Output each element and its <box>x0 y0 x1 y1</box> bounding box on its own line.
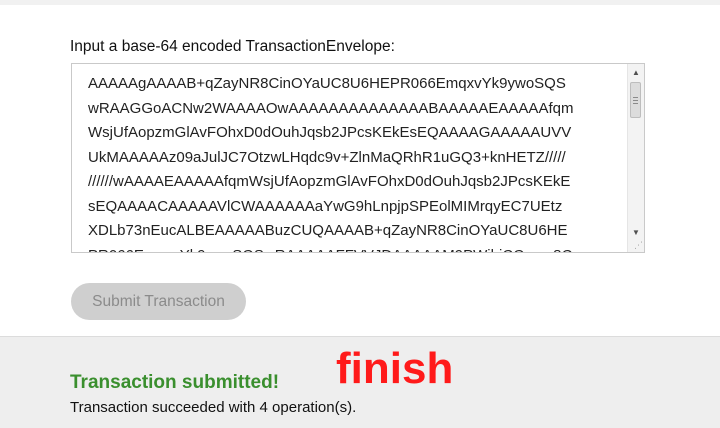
envelope-label: Input a base-64 encoded TransactionEnvel… <box>70 38 395 55</box>
thumb-grip-line <box>633 103 638 104</box>
thumb-grip-line <box>633 100 638 101</box>
scroll-down-icon[interactable]: ▼ <box>628 224 644 240</box>
thumb-grip-line <box>633 97 638 98</box>
scroll-thumb[interactable] <box>630 82 641 118</box>
envelope-line: XDLb73nEucALBEAAAAABuzCUQAAAAB+qZayNR8Ci… <box>88 222 568 239</box>
envelope-line: PR066EmqxvYk9ywoSQSwRAAAAAFFVVJDAAAAAM9P… <box>88 244 628 253</box>
result-message: Transaction succeeded with 4 operation(s… <box>70 399 357 416</box>
envelope-line: //////wAAAAEAAAAAfqmWsjUfAopzmGlAvFOhxD0… <box>88 173 571 190</box>
envelope-line: WsjUfAopzmGlAvFOhxD0dOuhJqsb2JPcsKEkEsEQ… <box>88 124 572 141</box>
envelope-textarea[interactable]: AAAAAgAAAAB+qZayNR8CinOYaUC8U6HEPR066Emq… <box>71 63 645 253</box>
result-title: Transaction submitted! <box>70 372 280 393</box>
envelope-line: wRAAGGoACNw2WAAAAOwAAAAAAAAAAAAAABAAAAAE… <box>88 99 574 117</box>
submit-transaction-button[interactable]: Submit Transaction <box>71 283 246 320</box>
resize-grip-icon[interactable]: ⋰ <box>631 239 643 251</box>
scroll-up-icon[interactable]: ▲ <box>628 64 644 80</box>
envelope-line: sEQAAAACAAAAAVlCWAAAAAAaYwG9hLnpjpSPEolM… <box>88 197 563 215</box>
envelope-line: AAAAAgAAAAB+qZayNR8CinOYaUC8U6HEPR066Emq… <box>88 75 566 92</box>
envelope-text: AAAAAgAAAAB+qZayNR8CinOYaUC8U6HEPR066Emq… <box>88 72 628 253</box>
finish-annotation: finish <box>336 344 454 393</box>
top-strip <box>0 0 720 5</box>
textarea-scrollbar[interactable]: ▲ ▼ <box>627 64 644 252</box>
envelope-line: UkMAAAAAz09aJulJC7OtzwLHqdc9v+ZlnMaQRhR1… <box>88 148 566 166</box>
